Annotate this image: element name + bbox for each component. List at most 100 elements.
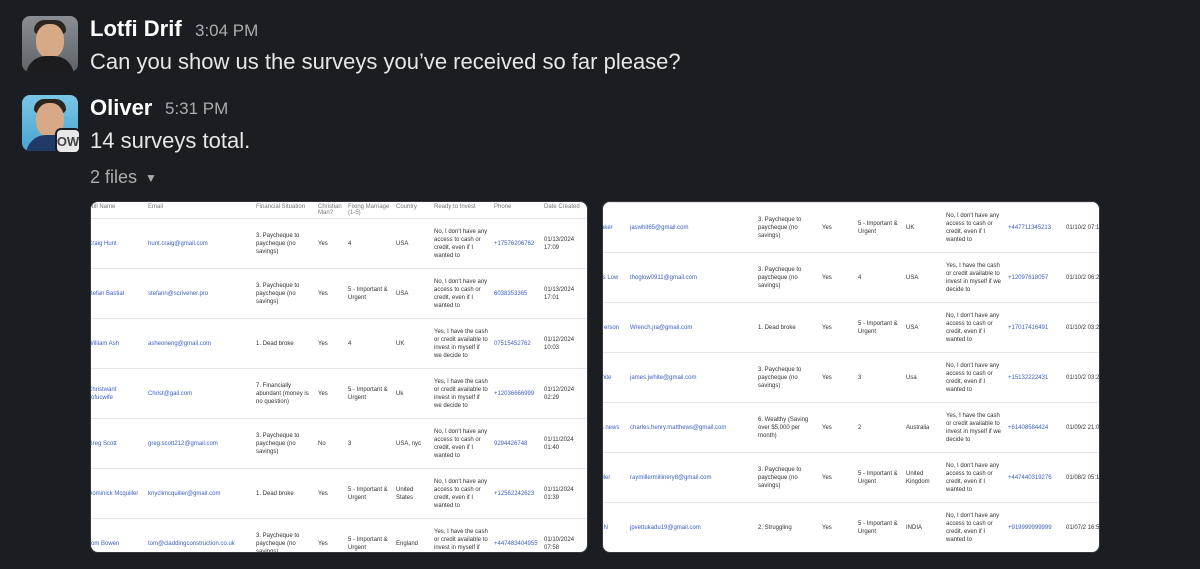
table-cell: has Low [603,252,627,303]
table-cell: 07515452762 [491,318,541,369]
table-cell: 2 [855,402,903,453]
file-preview-1[interactable]: Full Name Email Financial Situation Chri… [90,201,588,553]
table-cell: 01/11/2024 01:40 [541,418,587,469]
table-cell: 01/12/2024 10:03 [541,318,587,369]
table-cell: +447440319276 [1005,452,1063,503]
table-row: es ersonWrench.jra@gmail.com1. Dead brok… [603,302,1099,353]
table-cell: 5 - Important & Urgent [855,452,903,503]
files-count-label: 2 files [90,167,138,187]
table-cell: 5 - Important & Urgent [345,518,393,552]
column-header: Phone [494,204,512,210]
table-cell: No, I don't have any access to cash or c… [943,452,1005,503]
table-cell: Australia [903,402,943,453]
table-cell: 01/10/2 07:10 [1063,202,1099,253]
table-cell: 4 [345,318,393,369]
column-header: Financial Situation [256,204,306,210]
table-cell: 3 [345,418,393,469]
table-row: les newscharles.henry.matthews@gmail.com… [603,402,1099,453]
table-cell: 5 - Important & Urgent [855,502,903,552]
table-cell: +12036666999 [491,368,541,419]
table-cell: 01/13/2024 17:01 [541,268,587,319]
table-cell: raymillermillinery8@gmail.com [627,452,755,503]
table-cell: 4 [855,252,903,303]
table-row: Tom Bowen tom@claddingconstruction.co.uk 3… [91,518,587,552]
table-cell: Tom Bowen [91,518,145,552]
table-cell: Craig Hunt [91,218,145,269]
table-cell: Dominick Mcquiller [91,468,145,519]
table-cell: No [315,418,345,469]
table-cell: Yes [315,468,345,519]
table-cell: 5 - Important & Urgent [345,368,393,419]
table-cell: Yes [315,218,345,269]
table-cell: UK [903,202,943,253]
table-cell: 01/12/2024 02:29 [541,368,587,419]
avatar-lotfi-drif[interactable] [22,16,78,72]
table-cell: Usa [903,352,943,403]
column-header: Ready to Invest [434,204,476,210]
table-cell: 7. Financially abundant (money is no que… [253,368,315,419]
table-cell: 3. Paycheque to paycheque (no savings) [755,352,819,403]
column-header: Date Created [544,204,580,210]
table-cell: tom@claddingconstruction.co.uk [145,518,253,552]
table-cell: No, I don't have any access to cash or c… [943,202,1005,253]
file-preview-2[interactable]: n akerjaswhit65@gmail.com3. Paycheque to… [602,201,1100,553]
table-cell: No, I don't have any access to cash or c… [943,352,1005,403]
message-timestamp[interactable]: 5:31 PM [165,99,228,119]
table-cell: USA [393,268,431,319]
table-cell: 01/10/2024 07:58 [541,518,587,552]
table-cell: Yes [819,402,855,453]
table-cell: Yes [315,518,345,552]
table-cell: Uk [393,368,431,419]
column-header: Email [148,204,164,210]
table-cell: Yes [315,268,345,319]
table-cell: Yes, I have the cash or credit available… [431,518,491,552]
table-cell: Yes, I have the cash or credit available… [943,252,1005,303]
table-cell: 01/10/2 06:26 [1063,252,1099,303]
table-cell: Yes [819,352,855,403]
table-cell: White [603,352,627,403]
table-cell: Christwant Tofucwife [91,368,145,419]
table-cell: Yes [819,252,855,303]
table-cell: No, I don't have any access to cash or c… [431,418,491,469]
table-cell: 3. Paycheque to paycheque (no savings) [253,218,315,269]
table-cell: +17576206762 [491,218,541,269]
author-name[interactable]: Oliver [90,95,152,121]
table-cell: INDIA [903,502,943,552]
files-collapse-toggle[interactable]: 2 files ▼ [90,167,157,188]
table-cell: stefann@scrivener.pro [145,268,253,319]
column-header: Full Name [90,204,116,210]
table-cell: Yes [819,202,855,253]
table-cell: Yes [819,302,855,353]
table-cell: 01/09/2 21:05 [1063,402,1099,453]
table-cell: United States [393,468,431,519]
message-timestamp[interactable]: 3:04 PM [195,21,258,41]
table-cell: USA [903,302,943,353]
caret-down-icon: ▼ [145,170,157,185]
table-cell: +447711345213 [1005,202,1063,253]
table-cell: knyclimcquiller@gmail.com [145,468,253,519]
table-row: stefan Bastiat stefann@scrivener.pro 3. Pa… [91,268,587,319]
table-cell: 01/07/2 16:55 [1063,502,1099,552]
table-cell: hunt.craig@gmail.com [145,218,253,269]
ow-badge: OW [55,128,81,154]
table-cell: 1. Dead broke [755,302,819,353]
table-cell: Yes [819,502,855,552]
table-cell: 5 - Important & Urgent [345,468,393,519]
message-text: 14 surveys total. [90,128,251,153]
table-cell: thoglow0911@gmail.com [627,252,755,303]
table-cell: 3. Paycheque to paycheque (no savings) [253,268,315,319]
table-cell: No, I don't have any access to cash or c… [943,502,1005,552]
table-cell: 5 - Important & Urgent [855,302,903,353]
column-header: Christian Man? [318,204,342,216]
table-cell: USA, nyc [393,418,431,469]
table-cell: 3. Paycheque to paycheque (no savings) [755,252,819,303]
table-cell: No, I don't have any access to cash or c… [431,218,491,269]
table-cell: 5 - Important & Urgent [855,202,903,253]
table-row: William Ash asheoneng@gmail.com 1. Dead br… [91,318,587,369]
table-cell: +12097618057 [1005,252,1063,303]
table-cell: +17017416491 [1005,302,1063,353]
table-cell: +447483404955 [491,518,541,552]
table-cell: jaswhit65@gmail.com [627,202,755,253]
author-name[interactable]: Lotfi Drif [90,16,182,42]
table-cell: 01/13/2024 17:09 [541,218,587,269]
